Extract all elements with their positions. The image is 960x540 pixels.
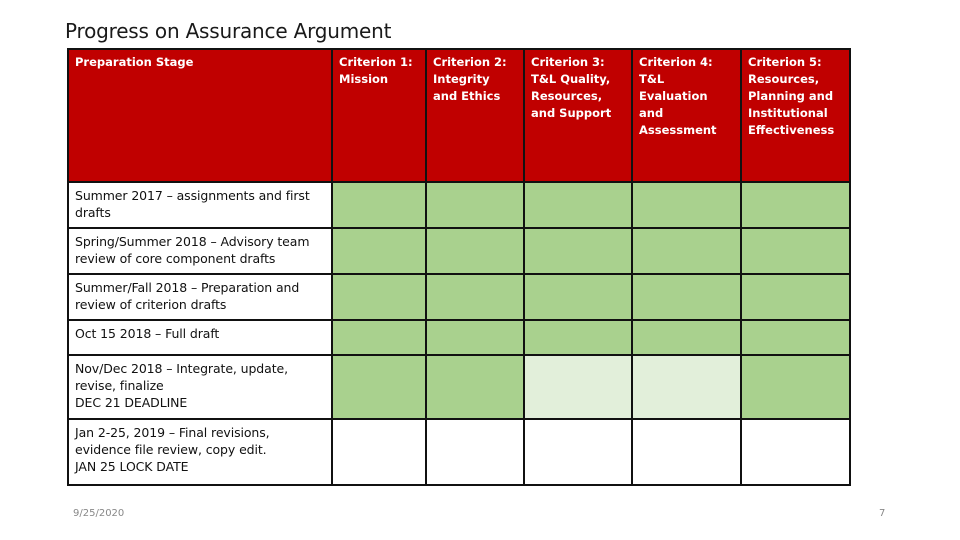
footer-date: 9/25/2020 xyxy=(73,508,125,519)
page-number: 7 xyxy=(879,508,886,519)
status-cell-criterion-5-none xyxy=(740,418,851,486)
stage-description: Oct 15 2018 – Full draft xyxy=(75,326,220,341)
status-cell-criterion-1-complete xyxy=(331,354,427,420)
status-cell-criterion-2-complete xyxy=(425,354,525,420)
status-cell-criterion-5-complete xyxy=(740,354,851,420)
header-criterion-3: Criterion 3: T&L Quality, Resources, and… xyxy=(523,48,633,183)
table-row: Jan 2-25, 2019 – Final revisions, eviden… xyxy=(67,418,851,486)
status-cell-criterion-5-complete xyxy=(740,319,851,356)
stage-deadline: JAN 25 LOCK DATE xyxy=(75,459,189,474)
status-cell-criterion-5-complete xyxy=(740,181,851,229)
status-cell-criterion-1-complete xyxy=(331,273,427,321)
stage-description: Jan 2-25, 2019 – Final revisions, eviden… xyxy=(75,425,270,457)
status-cell-criterion-4-partial xyxy=(631,354,742,420)
table-row: Nov/Dec 2018 – Integrate, update, revise… xyxy=(67,354,851,420)
status-cell-criterion-3-partial xyxy=(523,354,633,420)
progress-table: Preparation Stage Criterion 1: Mission C… xyxy=(67,48,851,486)
header-criterion-1: Criterion 1: Mission xyxy=(331,48,427,183)
header-criterion-4: Criterion 4: T&L Evaluation and Assessme… xyxy=(631,48,742,183)
header-criterion-5: Criterion 5: Resources, Planning and Ins… xyxy=(740,48,851,183)
stage-description: Summer 2017 – assignments and first draf… xyxy=(75,188,310,220)
slide-title: Progress on Assurance Argument xyxy=(65,19,392,43)
status-cell-criterion-4-complete xyxy=(631,319,742,356)
stage-description: Summer/Fall 2018 – Preparation and revie… xyxy=(75,280,300,312)
status-cell-criterion-1-complete xyxy=(331,181,427,229)
status-cell-criterion-4-complete xyxy=(631,273,742,321)
status-cell-criterion-4-none xyxy=(631,418,742,486)
status-cell-criterion-3-complete xyxy=(523,273,633,321)
stage-cell: Jan 2-25, 2019 – Final revisions, eviden… xyxy=(67,418,333,486)
status-cell-criterion-2-none xyxy=(425,418,525,486)
header-row: Preparation Stage Criterion 1: Mission C… xyxy=(67,48,851,183)
stage-description: Nov/Dec 2018 – Integrate, update, revise… xyxy=(75,361,288,393)
table-row: Oct 15 2018 – Full draft xyxy=(67,319,851,356)
status-cell-criterion-2-complete xyxy=(425,227,525,275)
status-cell-criterion-4-complete xyxy=(631,181,742,229)
table-row: Spring/Summer 2018 – Advisory team revie… xyxy=(67,227,851,275)
status-cell-criterion-5-complete xyxy=(740,227,851,275)
stage-cell: Spring/Summer 2018 – Advisory team revie… xyxy=(67,227,333,275)
header-criterion-2: Criterion 2: Integrity and Ethics xyxy=(425,48,525,183)
status-cell-criterion-3-none xyxy=(523,418,633,486)
status-cell-criterion-4-complete xyxy=(631,227,742,275)
header-preparation-stage: Preparation Stage xyxy=(67,48,333,183)
stage-deadline: DEC 21 DEADLINE xyxy=(75,395,188,410)
status-cell-criterion-3-complete xyxy=(523,227,633,275)
status-cell-criterion-3-complete xyxy=(523,181,633,229)
stage-cell: Summer/Fall 2018 – Preparation and revie… xyxy=(67,273,333,321)
status-cell-criterion-1-complete xyxy=(331,227,427,275)
stage-cell: Nov/Dec 2018 – Integrate, update, revise… xyxy=(67,354,333,420)
status-cell-criterion-5-complete xyxy=(740,273,851,321)
table-row: Summer/Fall 2018 – Preparation and revie… xyxy=(67,273,851,321)
status-cell-criterion-3-complete xyxy=(523,319,633,356)
status-cell-criterion-2-complete xyxy=(425,181,525,229)
table-row: Summer 2017 – assignments and first draf… xyxy=(67,181,851,229)
status-cell-criterion-1-none xyxy=(331,418,427,486)
status-cell-criterion-2-complete xyxy=(425,273,525,321)
status-cell-criterion-2-complete xyxy=(425,319,525,356)
stage-description: Spring/Summer 2018 – Advisory team revie… xyxy=(75,234,310,266)
stage-cell: Oct 15 2018 – Full draft xyxy=(67,319,333,356)
status-cell-criterion-1-complete xyxy=(331,319,427,356)
stage-cell: Summer 2017 – assignments and first draf… xyxy=(67,181,333,229)
